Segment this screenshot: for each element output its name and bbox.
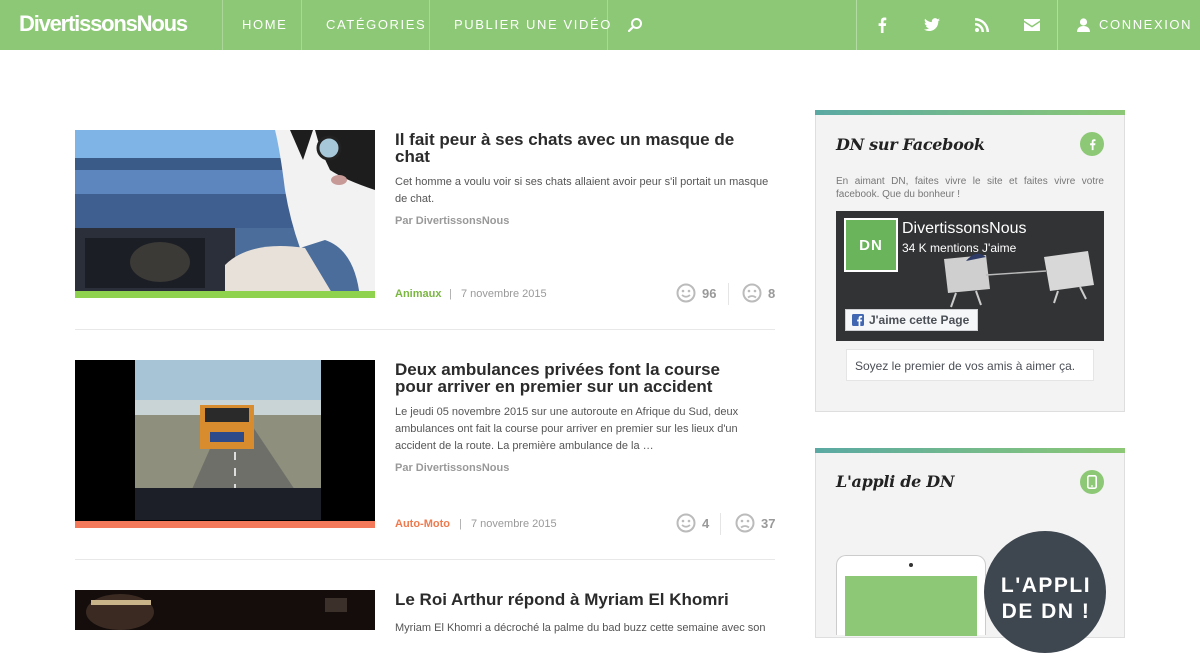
category-color-bar [75,291,375,298]
article-excerpt: Myriam El Khomri a décroché la palme du … [395,622,765,634]
article-card: Deux ambulances privées font la course p… [75,360,775,535]
facebook-icon [852,314,864,326]
frown-icon [735,513,755,533]
top-navigation-bar: DivertissonsNous HOME CATÉGORIES PUBLIER… [0,0,1200,50]
facebook-page-plugin[interactable]: DN DivertissonsNous 34 K mentions J'aime… [836,211,1104,341]
site-logo[interactable]: DivertissonsNous [19,11,188,37]
nav-categories-link[interactable]: CATÉGORIES [326,17,426,32]
like-page-label: J'aime cette Page [869,313,970,327]
article-title[interactable]: Il fait peur à ses chats avec un masque … [395,131,755,165]
promo-text[interactable]: L'APPLI DE DN ! [996,573,1096,625]
article-date: 7 novembre 2015 [471,518,557,530]
twitter-icon[interactable] [921,14,943,36]
widget-description: En aimant DN, faites vivre le site et fa… [836,176,1104,200]
nav-divider [429,0,430,50]
article-thumbnail[interactable] [75,130,375,298]
user-icon [1077,17,1090,32]
widget-title: L'appli de DN [836,472,955,491]
vote-divider [720,513,721,535]
article-excerpt: Cet homme a voulu voir si ses chats alla… [395,176,769,205]
dislike-vote[interactable]: 37 [735,513,775,533]
facebook-icon[interactable] [871,14,893,36]
facebook-icon [1080,132,1104,156]
login-label: CONNEXION [1099,17,1193,32]
nav-home-link[interactable]: HOME [242,17,287,32]
mobile-icon [1080,470,1104,494]
article-title[interactable]: Deux ambulances privées font la course p… [395,361,755,395]
nav-divider [301,0,302,50]
article-divider [75,329,775,330]
nav-divider [856,0,857,50]
facebook-widget: DN sur Facebook En aimant DN, faites viv… [815,110,1125,412]
like-vote[interactable]: 4 [676,513,709,533]
vote-divider [728,283,729,305]
nav-divider [1057,0,1058,50]
article-category[interactable]: Animaux [395,288,441,300]
email-icon[interactable] [1021,14,1043,36]
like-page-button[interactable]: J'aime cette Page [845,309,979,331]
widget-title: DN sur Facebook [836,135,985,154]
widget-accent-bar [815,110,1125,115]
widget-accent-bar [815,448,1125,453]
page-name[interactable]: DivertissonsNous [902,220,1026,238]
page-logo: DN [844,218,898,272]
article-author: Par DivertissonsNous [395,215,510,227]
article-excerpt: Le jeudi 05 novembre 2015 sur une autoro… [395,406,739,452]
article-card: Il fait peur à ses chats avec un masque … [75,130,775,305]
article-thumbnail[interactable] [75,360,375,528]
like-vote[interactable]: 96 [676,283,716,303]
meta-separator: | [449,288,452,300]
smile-icon [676,513,696,533]
article-date: 7 novembre 2015 [461,288,547,300]
search-icon[interactable] [624,14,646,36]
smile-icon [676,283,696,303]
article-title[interactable]: Le Roi Arthur répond à Myriam El Khomri [395,591,755,608]
category-color-bar [75,521,375,528]
nav-publish-video-link[interactable]: PUBLIER UNE VIDÉO [454,17,612,32]
nav-divider [607,0,608,50]
like-count: 4 [702,515,710,531]
meta-separator: | [459,518,462,530]
article-category[interactable]: Auto-Moto [395,518,450,530]
dislike-vote[interactable]: 8 [742,283,775,303]
like-count: 96 [702,285,717,301]
friends-like-text: Soyez le premier de vos amis à aimer ça. [846,349,1094,381]
rss-icon[interactable] [971,14,993,36]
tablet-illustration [836,555,986,636]
article-thumbnail[interactable] [75,590,375,630]
dislike-count: 8 [768,285,776,301]
login-button[interactable]: CONNEXION [1077,17,1192,32]
article-card: Le Roi Arthur répond à Myriam El Khomri … [75,590,775,634]
frown-icon [742,283,762,303]
page-like-count: 34 K mentions J'aime [902,241,1017,255]
article-author: Par DivertissonsNous [395,462,510,474]
nav-divider [222,0,223,50]
dislike-count: 37 [761,515,776,531]
article-divider [75,559,775,560]
app-widget: L'appli de DN L'APPLI DE DN ! [815,448,1125,653]
